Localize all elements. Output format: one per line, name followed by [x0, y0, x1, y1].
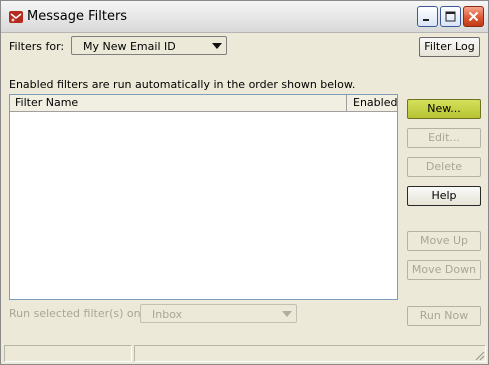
delete-label: Delete	[425, 160, 463, 173]
move-down-label: Move Down	[411, 263, 477, 276]
status-pane-left	[4, 345, 132, 362]
move-up-button[interactable]: Move Up	[407, 231, 481, 251]
filters-for-label: Filters for:	[9, 40, 65, 53]
resize-grip-icon[interactable]	[473, 349, 485, 361]
edit-label: Edit...	[428, 131, 460, 144]
info-text: Enabled filters are run automatically in…	[9, 78, 356, 91]
column-header-filter-name[interactable]: Filter Name	[10, 95, 347, 111]
close-button[interactable]	[463, 6, 484, 27]
title-bar[interactable]: Message Filters	[1, 1, 488, 33]
run-on-value: Inbox	[152, 308, 183, 321]
move-up-label: Move Up	[419, 234, 469, 247]
filter-log-label: Filter Log	[424, 40, 475, 53]
move-down-button[interactable]: Move Down	[407, 260, 481, 280]
close-icon	[468, 11, 479, 22]
status-pane-right	[134, 345, 486, 362]
maximize-button[interactable]	[440, 6, 461, 27]
run-now-label: Run Now	[419, 309, 469, 322]
message-filters-window: Message Filters Filters for: My New Emai…	[0, 0, 489, 365]
new-button[interactable]: New...	[407, 99, 481, 119]
filter-list[interactable]: Filter Name Enabled	[9, 94, 398, 300]
filter-log-button[interactable]: Filter Log	[419, 37, 480, 57]
minimize-button[interactable]	[417, 6, 438, 27]
dropdown-arrow-icon[interactable]	[279, 306, 295, 321]
run-now-button[interactable]: Run Now	[407, 306, 481, 326]
help-label: Help	[431, 189, 457, 202]
new-label: New...	[427, 102, 461, 115]
app-icon	[9, 11, 23, 23]
delete-button[interactable]: Delete	[407, 157, 481, 177]
help-button[interactable]: Help	[407, 186, 481, 206]
filter-list-header: Filter Name Enabled	[10, 95, 397, 112]
run-on-dropdown[interactable]: Inbox	[140, 304, 297, 323]
run-on-label: Run selected filter(s) on:	[9, 307, 145, 320]
filters-for-dropdown[interactable]: My New Email ID	[71, 36, 227, 55]
status-bar	[4, 345, 486, 362]
filters-for-value: My New Email ID	[83, 40, 176, 53]
dropdown-arrow-icon[interactable]	[209, 38, 225, 53]
edit-button[interactable]: Edit...	[407, 128, 481, 148]
minimize-icon	[423, 19, 429, 21]
maximize-icon	[445, 11, 456, 22]
column-header-enabled[interactable]: Enabled	[348, 95, 397, 111]
window-title: Message Filters	[27, 9, 128, 24]
